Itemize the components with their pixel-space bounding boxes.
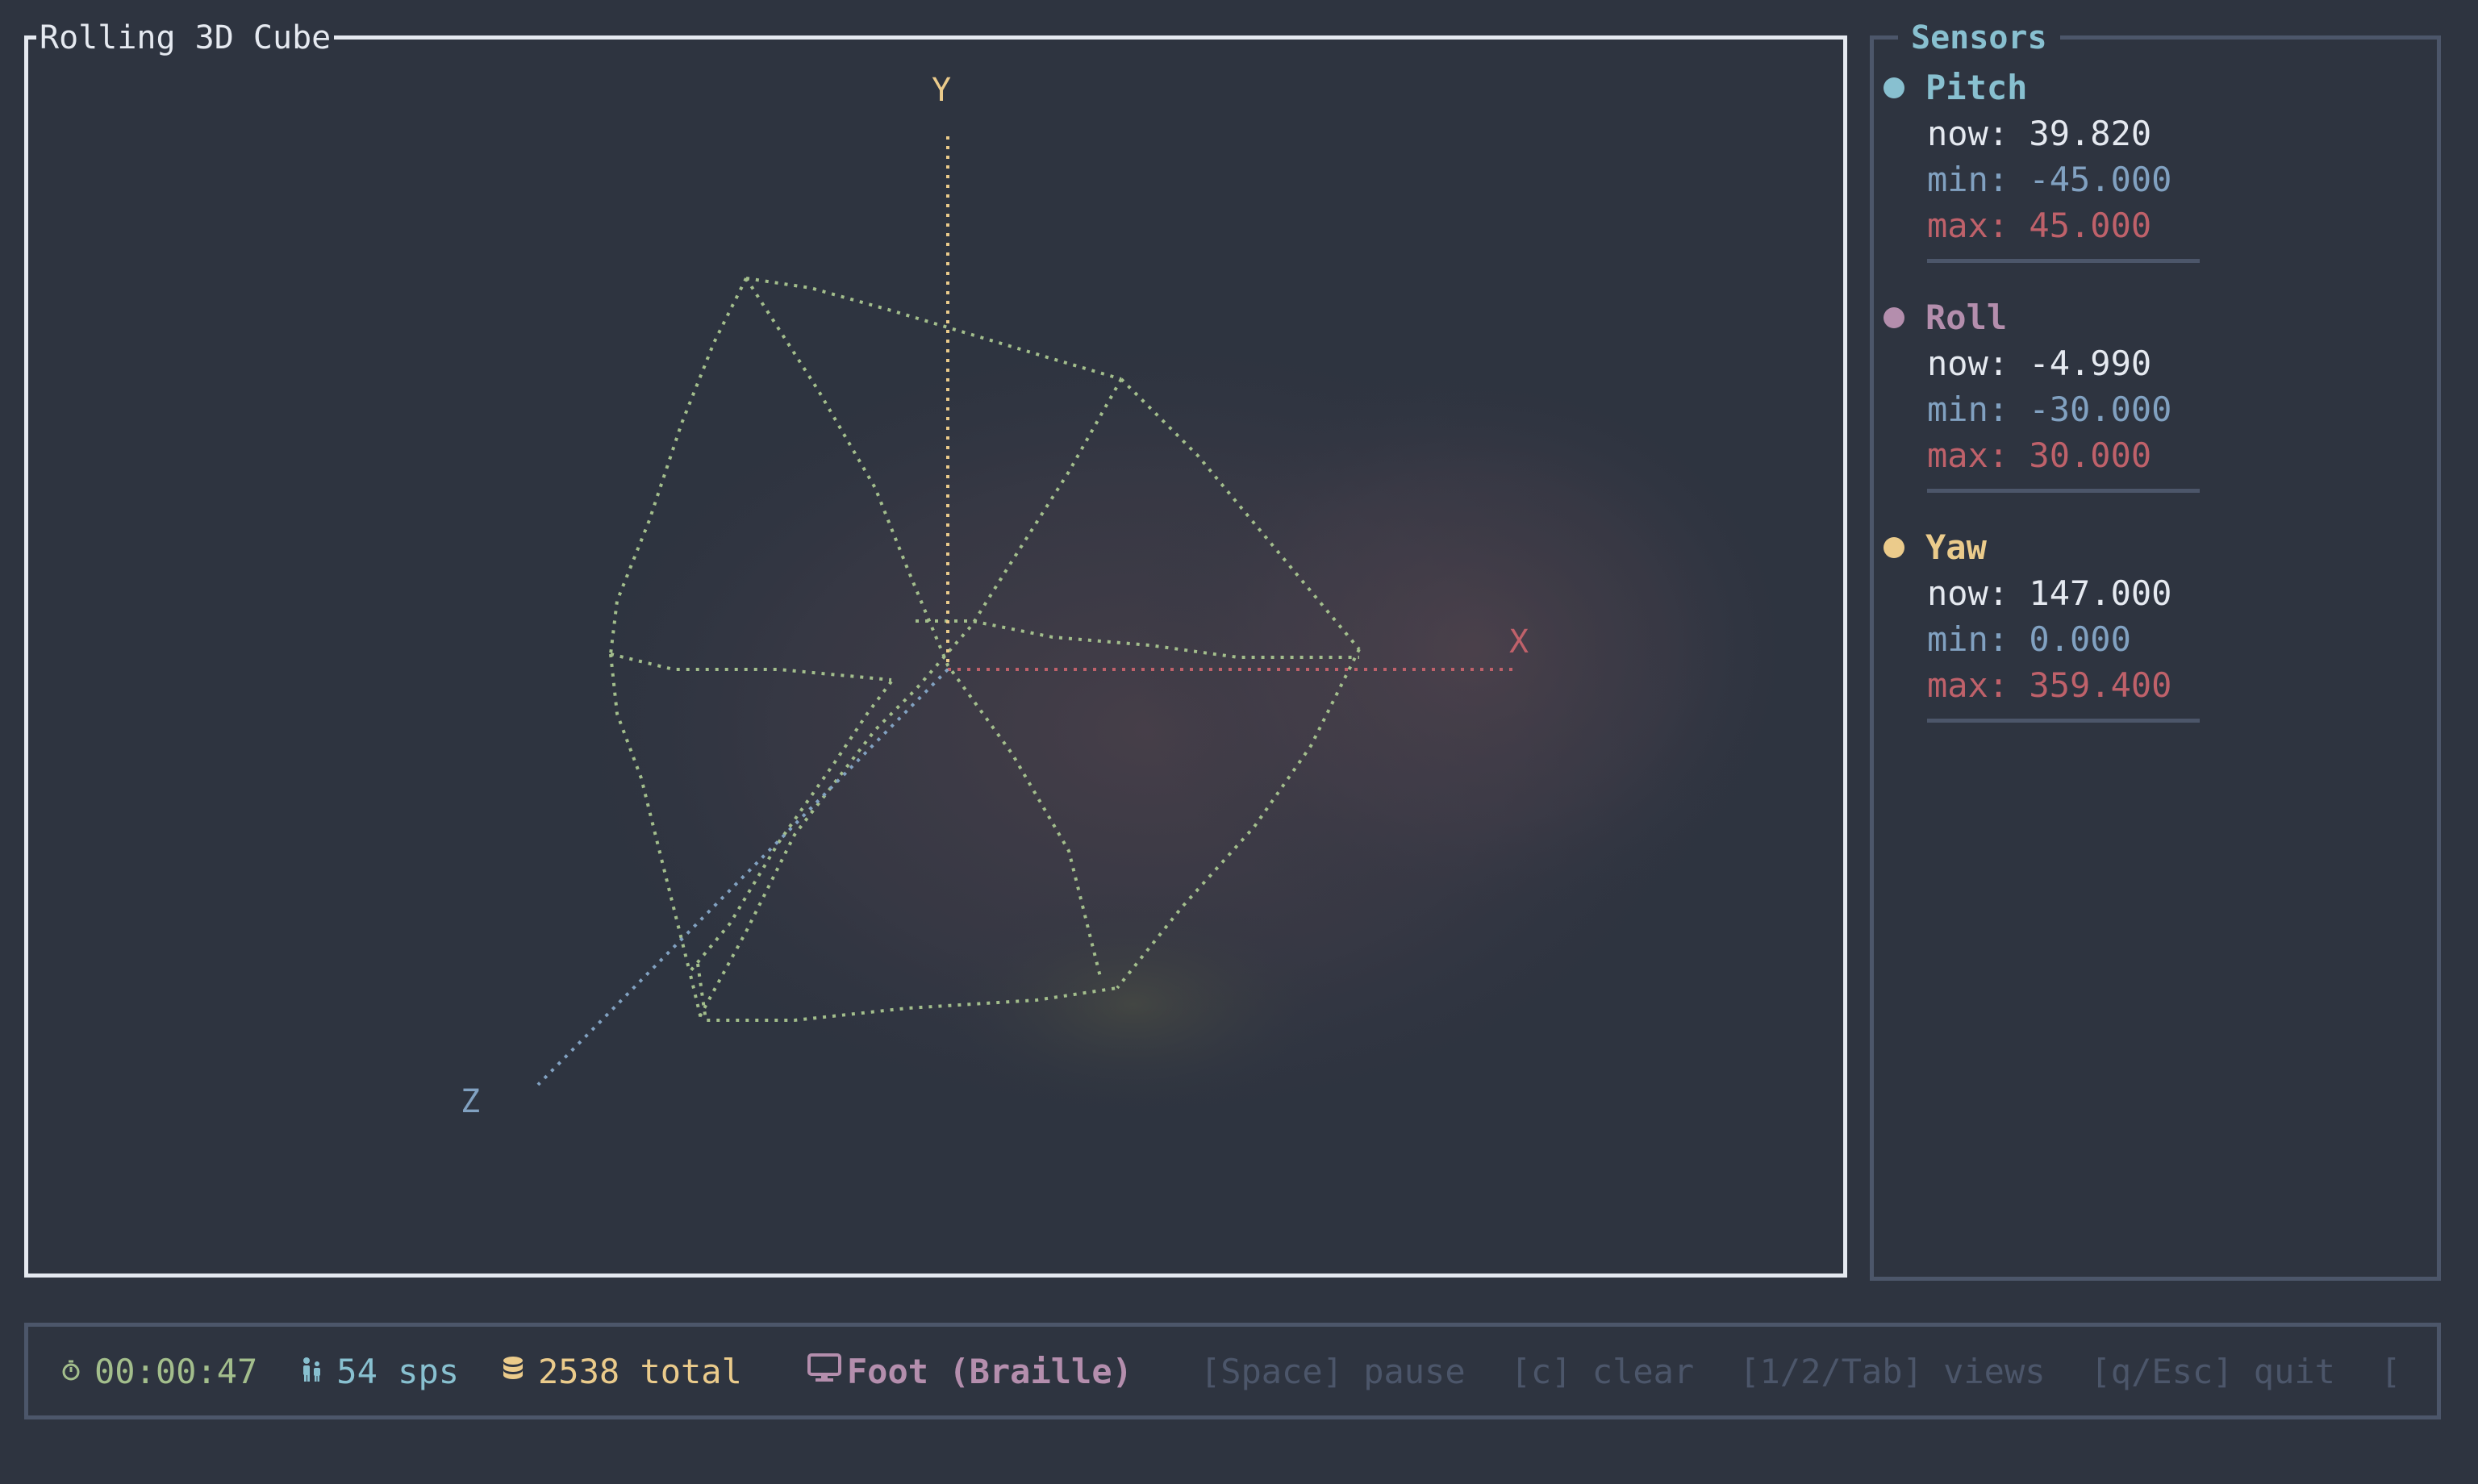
- cube-canvas: Y X Z: [461, 72, 1811, 1149]
- x-axis-label: X: [1509, 623, 1529, 661]
- sensor-name: Yaw: [1925, 527, 1987, 567]
- sensor-max: max: 45.000: [1927, 206, 2152, 245]
- sensor-max: max: 30.000: [1927, 436, 2152, 475]
- mode-value: Foot (Braille): [846, 1351, 1133, 1391]
- yaw-dot-icon: [1884, 537, 1904, 558]
- hint-views[interactable]: [1/2/Tab] views: [1739, 1352, 2045, 1391]
- sensor-divider: [1927, 489, 2200, 493]
- background-glow: [536, 311, 1811, 1149]
- sensor-now: now: 147.000: [1927, 573, 2172, 613]
- sensors-panel-title: Sensors: [1898, 19, 2060, 57]
- sensor-divider: [1927, 719, 2200, 723]
- elapsed-value: 00:00:47: [94, 1351, 258, 1391]
- monitor-icon: [807, 1352, 842, 1391]
- z-axis-label: Z: [461, 1083, 480, 1120]
- sensor-min: min: 0.000: [1927, 619, 2131, 659]
- timer-icon: [60, 1352, 81, 1391]
- total-value: 2538 total: [538, 1351, 742, 1391]
- elapsed-time: 00:00:47: [60, 1352, 257, 1391]
- sensor-divider: [1927, 259, 2200, 263]
- cube-panel: Y X Z Rolling 3D Cube: [24, 19, 1847, 1278]
- total-samples: 2538 total: [501, 1352, 742, 1391]
- hint-pause[interactable]: [Space] pause: [1200, 1352, 1466, 1391]
- sensor-now: now: 39.820: [1927, 114, 2152, 153]
- cube-panel-title: Rolling 3D Cube: [36, 19, 335, 57]
- sensor-now: now: -4.990: [1927, 344, 2152, 383]
- terminal-screen: Y X Z Rolling 3D Cube Sensors Pitch now:…: [0, 0, 2478, 1484]
- render-mode: Foot (Braille): [807, 1352, 1133, 1391]
- sensor-name: Pitch: [1925, 68, 2028, 107]
- sensor-name: Roll: [1925, 298, 2008, 337]
- sample-rate: 54 sps: [299, 1352, 459, 1391]
- sensor-min: min: -30.000: [1927, 390, 2172, 429]
- hint-clear[interactable]: [c] clear: [1511, 1352, 1695, 1391]
- rate-value: 54 sps: [336, 1351, 460, 1391]
- hint-more: [: [2380, 1351, 2401, 1391]
- pitch-dot-icon: [1884, 77, 1904, 98]
- hint-quit[interactable]: [q/Esc] quit: [2091, 1352, 2335, 1391]
- status-bar: 00:00:47 54 sps 2538 total Foot (Braille…: [24, 1323, 2441, 1419]
- roll-dot-icon: [1884, 307, 1904, 328]
- sensor-min: min: -45.000: [1927, 160, 2172, 199]
- people-icon: [299, 1352, 323, 1391]
- y-axis-label: Y: [932, 72, 951, 109]
- sensor-max: max: 359.400: [1927, 665, 2172, 705]
- database-icon: [501, 1352, 525, 1391]
- sensors-panel: Sensors Pitch now: 39.820 min: -45.000 m…: [1870, 19, 2441, 1281]
